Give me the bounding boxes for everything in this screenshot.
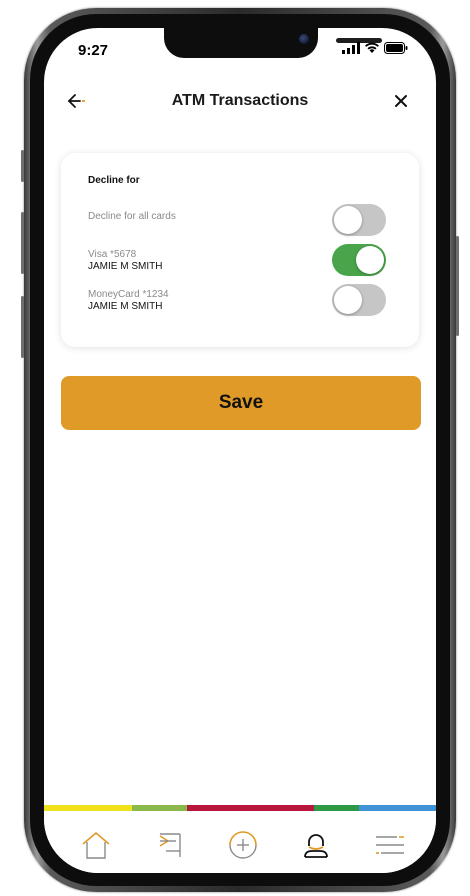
home-icon [82,832,110,859]
status-time: 9:27 [78,42,109,59]
phone-screen: 9:27 ATM Transactions Decline for Declin… [44,28,436,873]
volume-up-button [21,212,24,274]
notch [164,28,382,58]
close-icon [395,95,407,107]
toggle-knob [334,206,362,234]
battery-icon [384,42,408,54]
volume-down-button [21,296,24,358]
wifi-icon [365,42,379,53]
user-icon [304,834,328,858]
toggle-knob [334,286,362,314]
save-button[interactable]: Save [61,376,421,430]
menu-icon [376,836,404,854]
camera [299,34,309,44]
add-circle-icon [229,831,257,859]
decline-all-toggle[interactable] [332,204,386,236]
transfer-icon [159,833,181,857]
close-button[interactable] [388,88,414,114]
tab-home[interactable] [80,829,112,861]
power-button [456,236,459,336]
tab-transfer[interactable] [155,829,187,861]
page-header: ATM Transactions [44,86,436,116]
card-title: Decline for [88,175,140,186]
mute-switch [21,150,24,182]
toggle-knob [356,246,384,274]
moneycard-toggle[interactable] [332,284,386,316]
tab-profile[interactable] [300,829,332,861]
bottom-tab-bar [44,811,436,873]
page-title: ATM Transactions [171,92,309,109]
tab-menu[interactable] [374,829,406,861]
app-stage: 9:27 ATM Transactions Decline for Declin… [0,0,470,896]
signal-icon [342,42,360,54]
tab-add[interactable] [227,829,259,861]
decline-settings-card: Decline for Decline for all cards Visa *… [61,153,419,347]
status-icons [342,42,408,54]
visa-toggle[interactable] [332,244,386,276]
